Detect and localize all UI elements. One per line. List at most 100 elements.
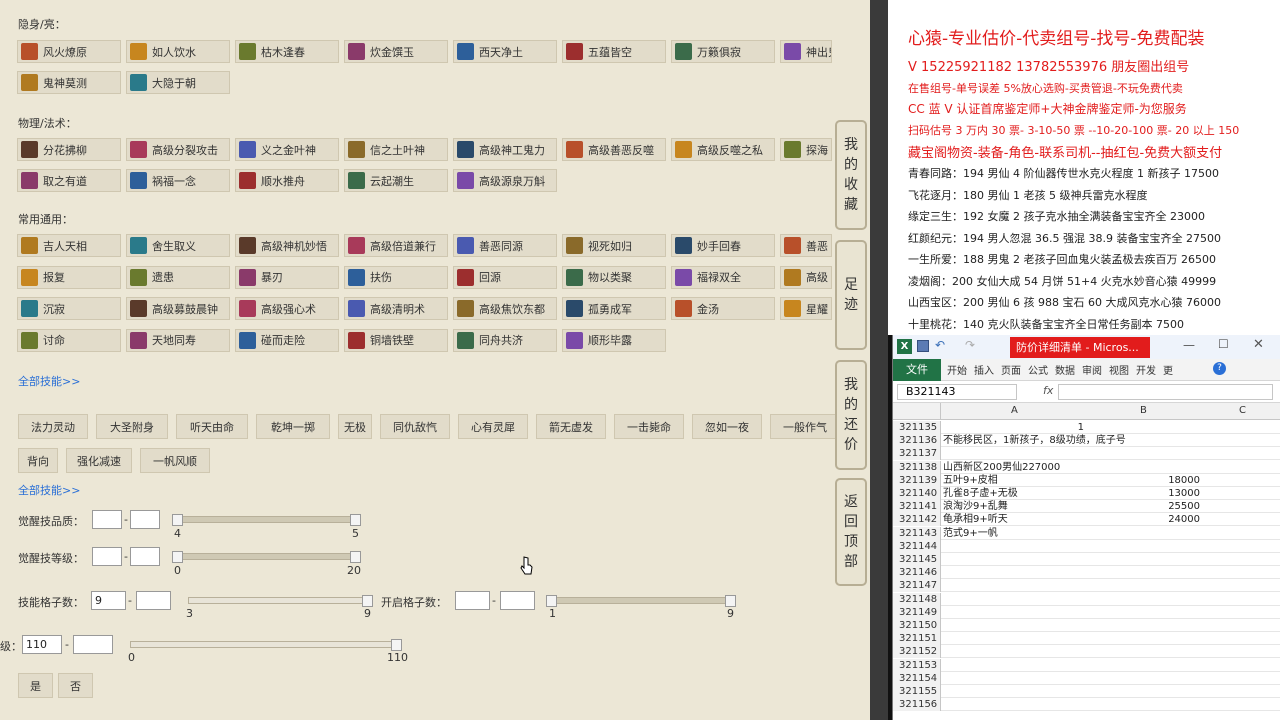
- skill-button[interactable]: 五蕴皆空: [562, 40, 666, 63]
- cell-a[interactable]: [943, 540, 1088, 553]
- all-skills-link-1[interactable]: 全部技能>>: [18, 373, 80, 389]
- awaken-quality-min-handle[interactable]: [172, 514, 183, 526]
- ribbon-tab[interactable]: 插入: [974, 362, 994, 377]
- row-number[interactable]: 321142: [893, 513, 941, 527]
- skill-button[interactable]: 高级反噬之私: [671, 138, 775, 161]
- footprints-tab[interactable]: 足迹: [835, 240, 867, 350]
- cell-b[interactable]: [1089, 434, 1204, 447]
- cell-b[interactable]: 18000: [1089, 474, 1204, 487]
- skill-button[interactable]: 福禄双全: [671, 265, 775, 289]
- skill-button[interactable]: 孤勇成军: [562, 297, 666, 320]
- cell-a[interactable]: [943, 606, 1088, 619]
- tag-button[interactable]: 一帆风顺: [140, 448, 210, 473]
- cell-a[interactable]: 山西新区200男仙227000: [943, 461, 1088, 474]
- awaken-level-slider[interactable]: [175, 553, 360, 560]
- cell-b[interactable]: [1089, 672, 1204, 685]
- cell-b[interactable]: [1089, 421, 1204, 434]
- cell-b[interactable]: 25500: [1089, 500, 1204, 513]
- cell-b[interactable]: [1089, 540, 1204, 553]
- skill-button[interactable]: 高级源泉万斛: [453, 169, 557, 192]
- cell-b[interactable]: [1089, 698, 1204, 711]
- close-icon[interactable]: ✕: [1253, 337, 1264, 352]
- skill-button[interactable]: 顺形毕露: [562, 328, 666, 352]
- skill-button[interactable]: 信之土叶神: [344, 138, 448, 161]
- open-slots-slider[interactable]: [550, 597, 735, 604]
- level-min-input[interactable]: 110: [22, 635, 62, 654]
- skill-button[interactable]: 分花拂柳: [17, 138, 121, 161]
- col-c-header[interactable]: C: [1239, 405, 1246, 416]
- skill-button[interactable]: 取之有道: [17, 169, 121, 192]
- cell-b[interactable]: [1089, 447, 1204, 460]
- skill-button[interactable]: 扶伤: [344, 265, 448, 289]
- skill-button[interactable]: 高级: [780, 265, 832, 289]
- row-number[interactable]: 321137: [893, 447, 941, 461]
- cell-b[interactable]: [1089, 527, 1204, 540]
- open-slots-max-input[interactable]: [500, 591, 535, 610]
- select-all-corner[interactable]: [893, 403, 941, 419]
- cell-a[interactable]: 浪淘沙9+乱舞: [943, 500, 1088, 513]
- row-number[interactable]: 321139: [893, 473, 941, 487]
- skill-button[interactable]: 碰而走险: [235, 328, 339, 352]
- row-number[interactable]: 321149: [893, 605, 941, 619]
- name-box[interactable]: B321143: [897, 384, 1017, 400]
- col-b-header[interactable]: B: [1140, 405, 1147, 416]
- skill-button[interactable]: 万籁俱寂: [671, 40, 775, 63]
- row-number[interactable]: 321152: [893, 645, 941, 659]
- row-number[interactable]: 321148: [893, 592, 941, 606]
- skill-button[interactable]: 高级倍道兼行: [344, 234, 448, 257]
- cell-a[interactable]: [943, 593, 1088, 606]
- tag-button[interactable]: 无极: [338, 414, 372, 439]
- skill-button[interactable]: 祸福一念: [126, 169, 230, 192]
- cell-b[interactable]: [1089, 606, 1204, 619]
- tag-button[interactable]: 大圣附身: [96, 414, 168, 439]
- cell-b[interactable]: [1089, 553, 1204, 566]
- all-skills-link-2[interactable]: 全部技能>>: [18, 482, 80, 498]
- cell-a[interactable]: [943, 619, 1088, 632]
- skill-button[interactable]: 妙手回春: [671, 234, 775, 257]
- formula-input[interactable]: [1058, 384, 1273, 400]
- ribbon-tab[interactable]: 开始: [947, 362, 967, 377]
- cell-a[interactable]: 五叶9+皮相: [943, 474, 1088, 487]
- skill-button[interactable]: 高级清明术: [344, 297, 448, 320]
- skill-button[interactable]: 西天净土: [453, 40, 557, 63]
- help-icon[interactable]: ?: [1213, 362, 1226, 375]
- awaken-level-min-handle[interactable]: [172, 551, 183, 563]
- favorites-tab[interactable]: 我的收藏: [835, 120, 867, 230]
- col-a-header[interactable]: A: [1011, 405, 1018, 416]
- file-tab[interactable]: 文件: [893, 359, 941, 381]
- cell-b[interactable]: [1089, 632, 1204, 645]
- fx-icon[interactable]: fx: [1043, 384, 1053, 397]
- skill-button[interactable]: 报复: [17, 265, 121, 289]
- skill-button[interactable]: 高级善恶反噬: [562, 138, 666, 161]
- ribbon-tab[interactable]: 开发: [1136, 362, 1156, 377]
- row-number[interactable]: 321154: [893, 671, 941, 685]
- skill-button[interactable]: 枯木逢春: [235, 40, 339, 63]
- cell-b[interactable]: [1089, 593, 1204, 606]
- skill-button[interactable]: 吉人天相: [17, 234, 121, 257]
- tag-button[interactable]: 法力灵动: [18, 414, 88, 439]
- cell-a[interactable]: [943, 685, 1088, 698]
- skill-button[interactable]: 高级焦饮东都: [453, 297, 557, 320]
- skill-slots-min-input[interactable]: 9: [91, 591, 126, 610]
- row-number[interactable]: 321144: [893, 539, 941, 553]
- level-max-input[interactable]: [73, 635, 113, 654]
- ribbon-tab[interactable]: 数据: [1055, 362, 1075, 377]
- open-slots-min-input[interactable]: [455, 591, 490, 610]
- skill-button[interactable]: 高级分裂攻击: [126, 138, 230, 161]
- skill-button[interactable]: 视死如归: [562, 234, 666, 257]
- skill-button[interactable]: 神出鬼没: [780, 40, 832, 63]
- cell-a[interactable]: 不能移民区，1新孩子，8级功绩，底子号: [943, 434, 1126, 447]
- ribbon-tab[interactable]: 更: [1163, 362, 1173, 377]
- awaken-quality-min-input[interactable]: [92, 510, 122, 529]
- tag-button[interactable]: 背向: [18, 448, 58, 473]
- yes-button[interactable]: 是: [18, 673, 53, 698]
- cell-a[interactable]: 龟承相9+听天: [943, 513, 1088, 526]
- cell-a[interactable]: [943, 672, 1088, 685]
- row-number[interactable]: 321145: [893, 553, 941, 566]
- cell-a[interactable]: [943, 698, 1088, 711]
- awaken-quality-max-handle[interactable]: [350, 514, 361, 526]
- cell-a[interactable]: [943, 553, 1088, 566]
- skill-button[interactable]: 暴刃: [235, 265, 339, 289]
- cell-b[interactable]: [1089, 461, 1204, 474]
- cell-a[interactable]: [943, 645, 1088, 658]
